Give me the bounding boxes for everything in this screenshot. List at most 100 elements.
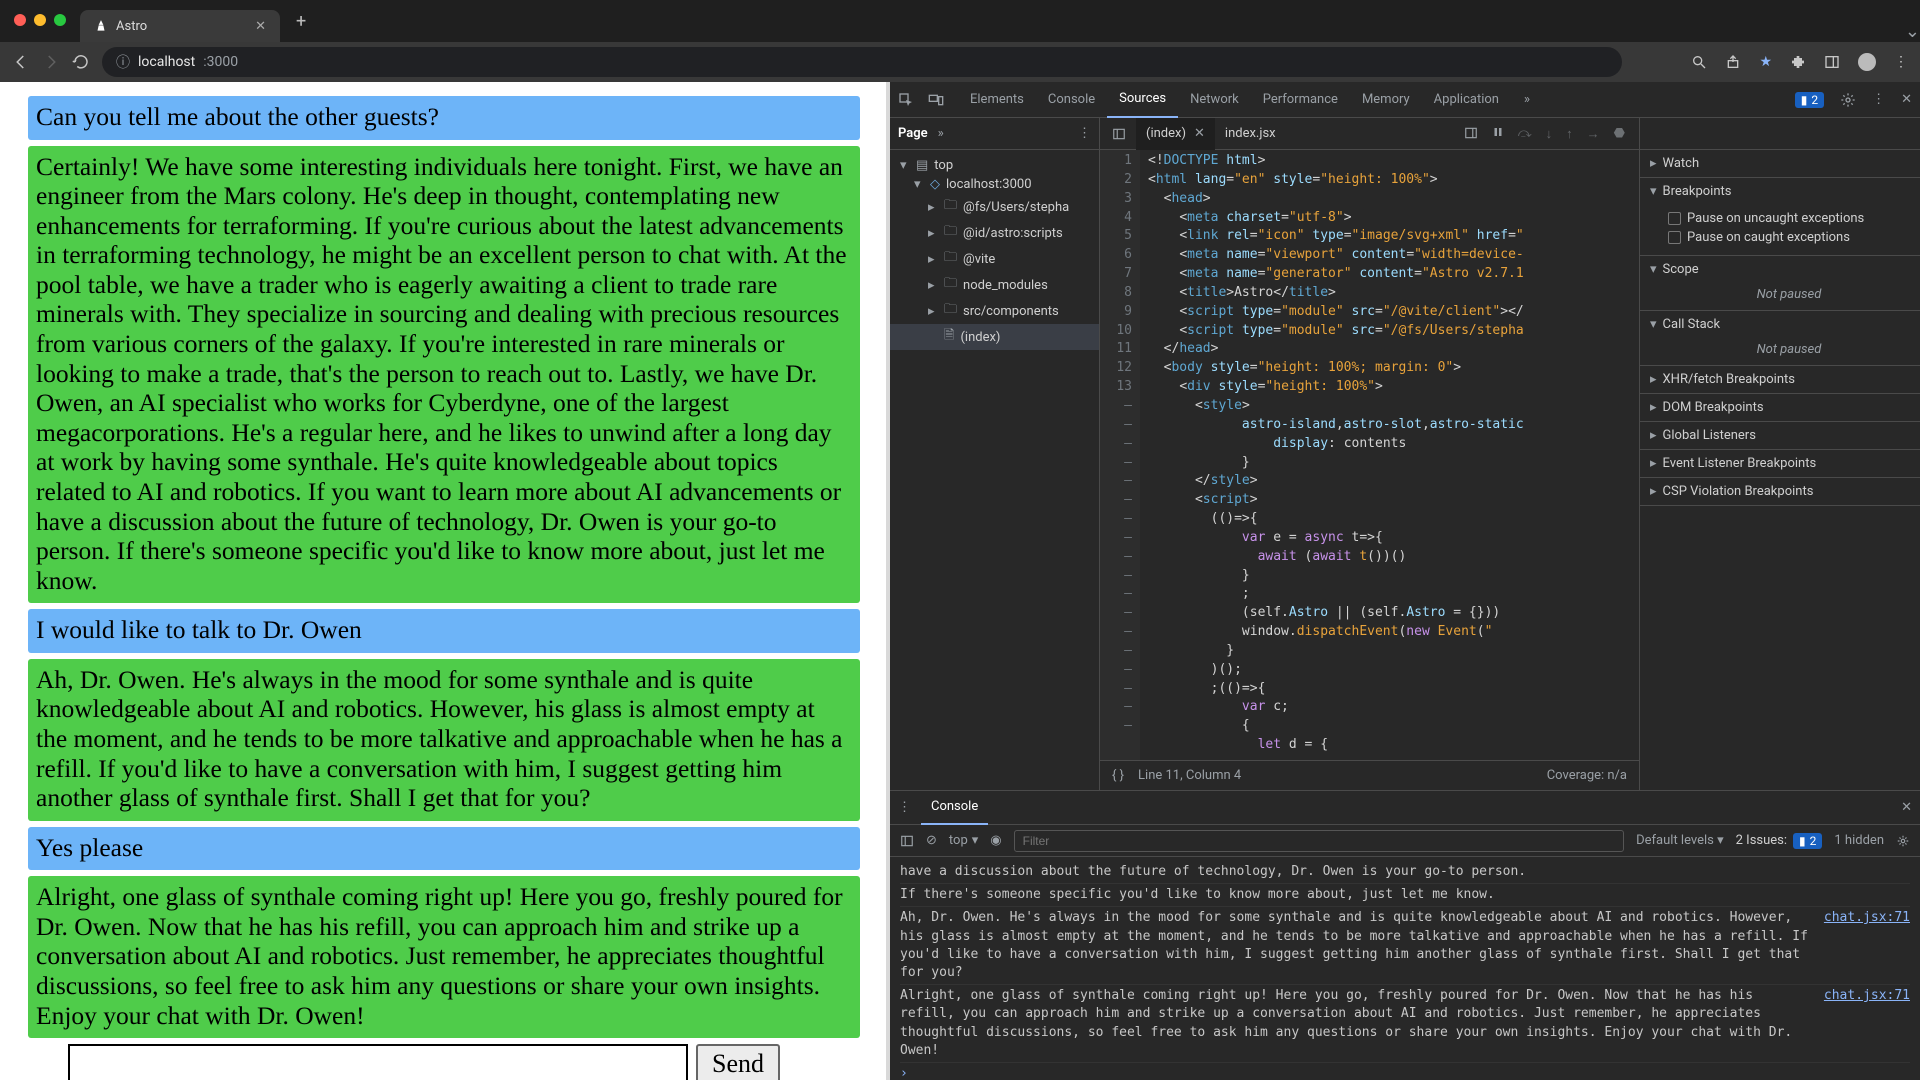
console-drawer-tab[interactable]: Console — [921, 791, 988, 825]
console-output[interactable]: have a discussion about the future of te… — [890, 857, 1920, 1080]
pause-icon[interactable] — [1492, 126, 1504, 142]
drawer-menu-icon[interactable]: ⋮ — [898, 800, 911, 815]
callstack-body: Not paused — [1640, 338, 1920, 365]
step-over-icon[interactable]: ⤼ — [1518, 126, 1532, 142]
log-source-link[interactable]: chat.jsx:71 — [1824, 987, 1910, 1005]
debug-section[interactable]: ▸DOM Breakpoints — [1640, 394, 1920, 421]
toggle-navigator-icon[interactable] — [1106, 127, 1132, 141]
menu-icon[interactable]: ⋮ — [1894, 54, 1908, 70]
editor-tab[interactable]: (index)✕ — [1136, 118, 1215, 150]
user-message: Yes please — [28, 827, 860, 871]
bookmark-icon[interactable]: ★ — [1759, 54, 1772, 70]
code-area[interactable]: 1 2 3 4 5 6 7 8 9 10 11 12 13 – – – – – … — [1100, 150, 1639, 760]
viewport-resizer[interactable] — [886, 82, 890, 1080]
tree-folder[interactable]: ▸🗀@id/astro:scripts — [890, 220, 1099, 246]
debug-section[interactable]: ▸Event Listener Breakpoints — [1640, 450, 1920, 477]
profile-avatar[interactable] — [1858, 53, 1876, 71]
devtools-tab-application[interactable]: Application — [1422, 82, 1511, 118]
devtools-tab-network[interactable]: Network — [1178, 82, 1251, 118]
console-filter-input[interactable] — [1014, 830, 1624, 852]
callstack-section[interactable]: ▾Call Stack — [1640, 311, 1920, 338]
breakpoints-section[interactable]: ▾Breakpoints — [1640, 178, 1920, 205]
send-button[interactable]: Send — [696, 1044, 780, 1080]
console-prompt[interactable]: › — [900, 1062, 1910, 1080]
debug-section[interactable]: ▸XHR/fetch Breakpoints — [1640, 366, 1920, 393]
side-panel-icon[interactable] — [1824, 54, 1840, 70]
context-selector[interactable]: top ▾ — [949, 833, 978, 848]
close-drawer-icon[interactable]: ✕ — [1901, 800, 1912, 815]
step-into-icon[interactable]: ↓ — [1546, 126, 1553, 142]
close-tab-icon[interactable]: ✕ — [255, 19, 266, 34]
more-tabs-icon[interactable]: » — [1513, 92, 1541, 107]
user-message: Can you tell me about the other guests? — [28, 96, 860, 140]
debug-section[interactable]: ▸Global Listeners — [1640, 422, 1920, 449]
tree-top[interactable]: top — [934, 158, 953, 173]
navigator-menu-icon[interactable]: ⋮ — [1078, 126, 1091, 141]
maximize-window-button[interactable] — [54, 14, 66, 26]
toggle-sidebar-icon[interactable] — [1464, 126, 1478, 142]
forward-button[interactable] — [42, 53, 60, 71]
address-bar[interactable]: ⓘ localhost:3000 — [102, 47, 1622, 77]
devtools-tab-performance[interactable]: Performance — [1251, 82, 1350, 118]
close-window-button[interactable] — [14, 14, 26, 26]
close-devtools-icon[interactable]: ✕ — [1901, 92, 1912, 107]
editor-tab[interactable]: index.jsx — [1215, 118, 1286, 150]
file-navigator: Page » ⋮ ▾▤top ▾◇localhost:3000 ▸🗀@fs/Us… — [890, 118, 1100, 790]
console-toolbar: ⊘ top ▾ ◉ Default levels ▾ 2 Issues: ▮ 2… — [890, 825, 1920, 857]
pretty-print-icon[interactable]: { } — [1112, 768, 1124, 783]
close-editor-tab-icon[interactable]: ✕ — [1194, 126, 1205, 141]
file-tree[interactable]: ▾▤top ▾◇localhost:3000 ▸🗀@fs/Users/steph… — [890, 150, 1099, 790]
console-issues[interactable]: 2 Issues: ▮ 2 — [1736, 833, 1823, 849]
log-source-link[interactable]: chat.jsx:71 — [1824, 909, 1910, 927]
tree-folder[interactable]: ▸🗀src/components — [890, 298, 1099, 324]
devtools-tab-console[interactable]: Console — [1036, 82, 1107, 118]
tab-title: Astro — [116, 19, 147, 34]
pause-caught-checkbox[interactable]: Pause on caught exceptions — [1668, 228, 1910, 247]
debug-section[interactable]: ▸CSP Violation Breakpoints — [1640, 478, 1920, 505]
devtools-tab-elements[interactable]: Elements — [958, 82, 1036, 118]
watch-section[interactable]: ▸Watch — [1640, 150, 1920, 177]
deactivate-breakpoints-icon[interactable]: ⬣ — [1614, 126, 1625, 142]
dock-menu-icon[interactable]: ⋮ — [1872, 92, 1885, 107]
console-settings-icon[interactable] — [1896, 834, 1910, 848]
step-icon[interactable]: → — [1587, 126, 1600, 142]
page-tab[interactable]: Page — [898, 126, 928, 141]
new-tab-button[interactable]: + — [286, 11, 316, 32]
more-navigator-tabs-icon[interactable]: » — [938, 126, 944, 141]
settings-icon[interactable] — [1840, 92, 1856, 108]
console-sidebar-icon[interactable] — [900, 834, 914, 848]
console-log-line: Alright, one glass of synthale coming ri… — [900, 984, 1910, 1062]
pause-uncaught-checkbox[interactable]: Pause on uncaught exceptions — [1668, 209, 1910, 228]
code-content: <!DOCTYPE html> <html lang="en" style="h… — [1140, 150, 1639, 760]
back-button[interactable] — [12, 53, 30, 71]
coverage-status: Coverage: n/a — [1547, 768, 1627, 783]
minimize-window-button[interactable] — [34, 14, 46, 26]
tree-file-index[interactable]: 🗎(index) — [890, 324, 1099, 350]
devtools-tab-memory[interactable]: Memory — [1350, 82, 1422, 118]
tree-folder[interactable]: ▸🗀node_modules — [890, 272, 1099, 298]
devtools-tab-sources[interactable]: Sources — [1107, 82, 1178, 118]
browser-tab[interactable]: Astro ✕ — [80, 10, 280, 42]
clear-console-icon[interactable]: ⊘ — [926, 833, 937, 848]
url-port: :3000 — [203, 54, 238, 70]
site-info-icon[interactable]: ⓘ — [116, 52, 130, 72]
inspect-element-icon[interactable] — [898, 92, 926, 108]
tree-host[interactable]: localhost:3000 — [946, 177, 1032, 192]
scope-section[interactable]: ▾Scope — [1640, 256, 1920, 283]
live-expression-icon[interactable]: ◉ — [990, 833, 1001, 848]
tree-folder[interactable]: ▸🗀@fs/Users/stepha — [890, 194, 1099, 220]
reload-button[interactable] — [72, 53, 90, 71]
issues-badge[interactable]: ▮ 2 — [1795, 92, 1824, 108]
search-icon[interactable] — [1691, 54, 1707, 70]
tab-overflow-icon[interactable]: ⌄ — [1905, 21, 1920, 42]
log-levels-selector[interactable]: Default levels ▾ — [1636, 833, 1724, 848]
assistant-message: Alright, one glass of synthale coming ri… — [28, 876, 860, 1038]
tree-folder[interactable]: ▸🗀@vite — [890, 246, 1099, 272]
page-viewport[interactable]: Can you tell me about the other guests?C… — [0, 82, 890, 1080]
step-out-icon[interactable]: ↑ — [1566, 126, 1573, 142]
extensions-icon[interactable] — [1790, 54, 1806, 70]
content-row: Can you tell me about the other guests? C… — [0, 82, 1920, 1080]
share-icon[interactable] — [1725, 54, 1741, 70]
device-toolbar-icon[interactable] — [928, 92, 956, 108]
chat-input[interactable] — [68, 1044, 688, 1080]
